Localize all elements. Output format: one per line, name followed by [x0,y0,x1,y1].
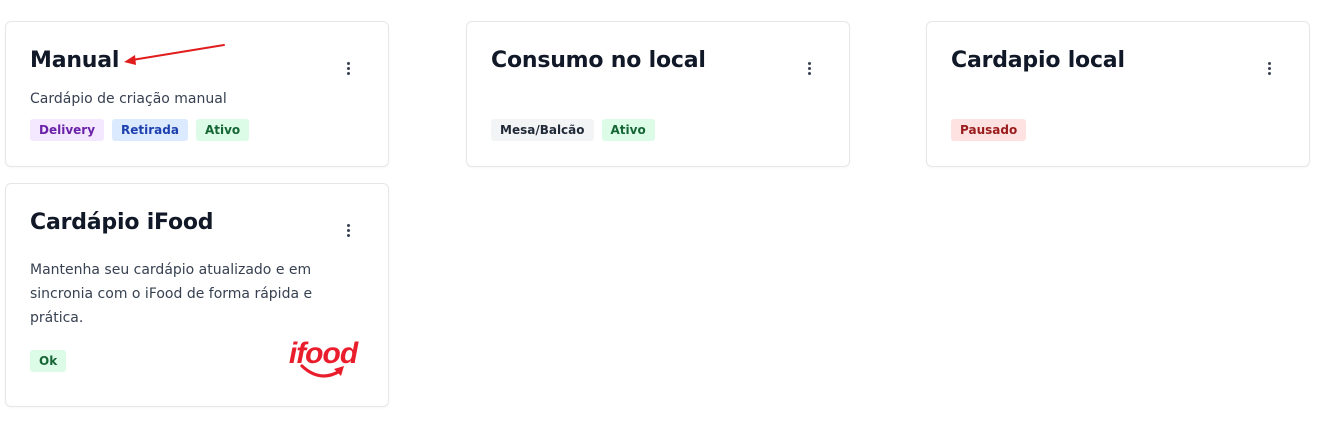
card-title: Consumo no local [491,48,706,73]
card-description: Cardápio de criação manual [30,91,227,107]
more-options-icon[interactable] [1259,58,1279,78]
card-title: Manual [30,48,120,73]
badge-retirada: Retirada [112,119,188,141]
badge-list: Mesa/Balcão Ativo [491,119,655,141]
more-options-icon[interactable] [799,58,819,78]
annotation-arrow-icon [124,44,225,65]
badge-list: Pausado [951,119,1027,141]
card-description: Mantenha seu cardápio atualizado e em si… [30,262,313,326]
menu-card-ifood[interactable]: Cardápio iFood Mantenha seu cardápio atu… [5,183,389,407]
more-options-icon[interactable] [338,58,358,78]
menu-card-consumo-no-local[interactable]: Consumo no local Mesa/Balcão Ativo [466,21,850,167]
badge-status-pausado: Pausado [951,119,1027,141]
more-options-icon[interactable] [338,220,358,240]
badge-mesa-balcao: Mesa/Balcão [491,119,594,141]
menu-card-cardapio-local[interactable]: Cardapio local Pausado [926,21,1310,167]
badge-list: Delivery Retirada Ativo [30,119,250,141]
badge-status-ativo: Ativo [601,119,655,141]
ifood-logo-text: ifood [289,337,359,370]
badge-status-ok: Ok [30,350,67,372]
badge-delivery: Delivery [30,119,105,141]
card-title: Cardápio iFood [30,210,214,235]
badge-status-ativo: Ativo [195,119,250,141]
badge-list: Ok [30,350,67,372]
card-title: Cardapio local [951,48,1125,73]
ifood-logo: ifood [289,337,360,378]
